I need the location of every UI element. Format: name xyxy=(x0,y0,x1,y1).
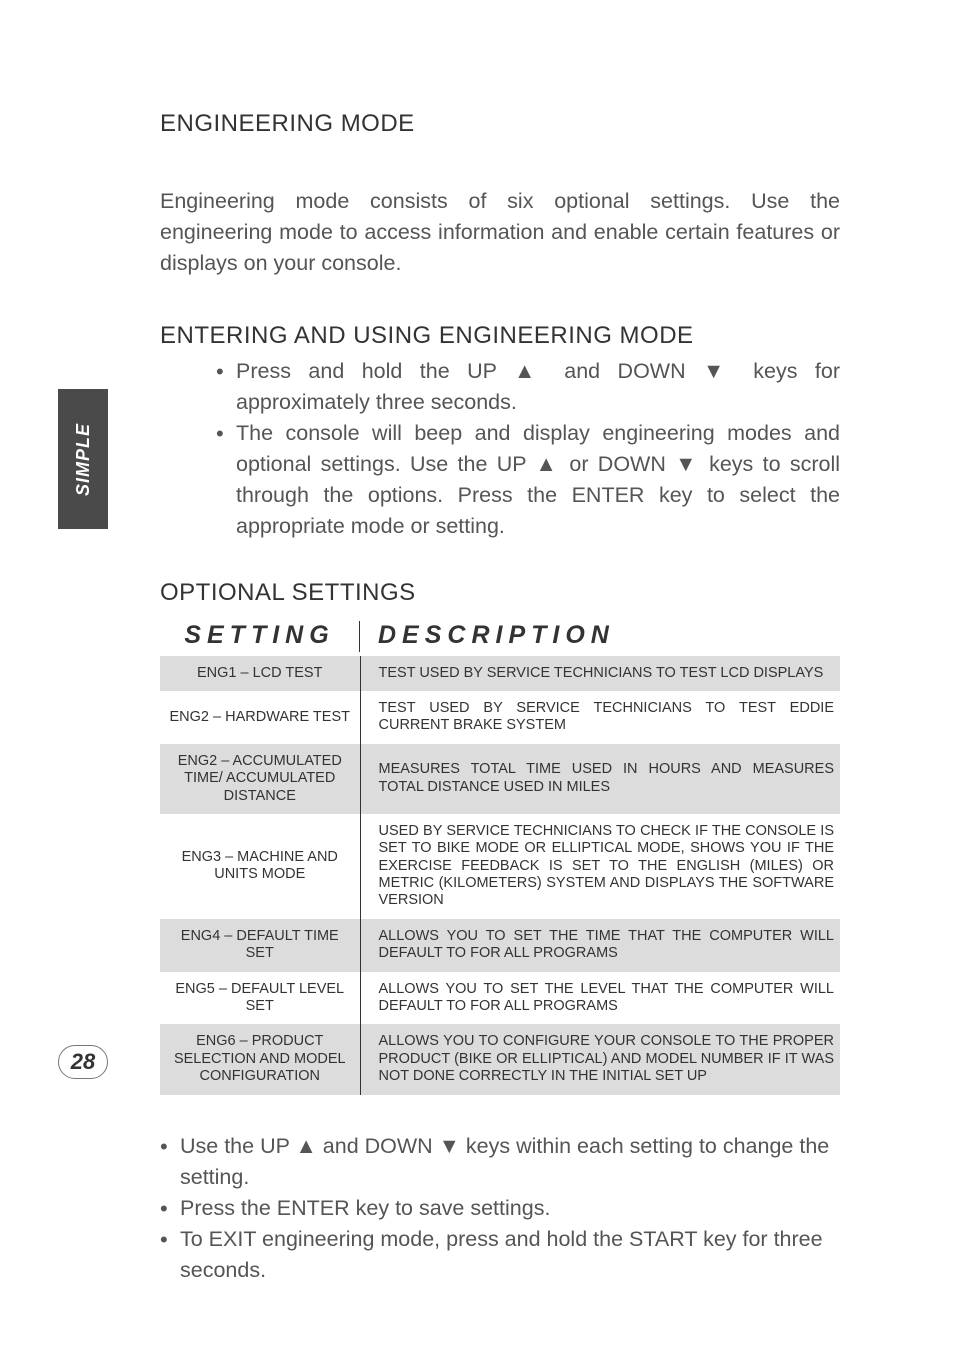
settings-table: ENG1 – LCD TEST TEST USED BY SERVICE TEC… xyxy=(160,656,840,1095)
table-row: ENG5 – DEFAULT LEVEL SET ALLOWS YOU TO S… xyxy=(160,972,840,1025)
table-row: ENG6 – PRODUCT SELECTION AND MODEL CONFI… xyxy=(160,1024,840,1094)
table-row: ENG1 – LCD TEST TEST USED BY SERVICE TEC… xyxy=(160,656,840,691)
cell-setting: ENG4 – DEFAULT TIME SET xyxy=(160,919,360,972)
heading-optional-settings: OPTIONAL SETTINGS xyxy=(160,579,840,607)
bullet-item: To EXIT engineering mode, press and hold… xyxy=(160,1224,840,1286)
cell-setting: ENG2 – ACCUMULATED TIME/ ACCUMULATED DIS… xyxy=(160,744,360,814)
cell-description: USED BY SERVICE TECHNICIANS TO CHECK IF … xyxy=(360,814,840,919)
content-column: ENGINEERING MODE Engineering mode consis… xyxy=(160,110,840,1286)
table-header-setting: SETTING xyxy=(160,621,360,652)
side-tab: SIMPLE xyxy=(58,389,108,529)
cell-description: TEST USED BY SERVICE TECHNICIANS TO TEST… xyxy=(360,691,840,744)
table-row: ENG2 – ACCUMULATED TIME/ ACCUMULATED DIS… xyxy=(160,744,840,814)
table-row: ENG2 – HARDWARE TEST TEST USED BY SERVIC… xyxy=(160,691,840,744)
cell-setting: ENG1 – LCD TEST xyxy=(160,656,360,691)
cell-description: ALLOWS YOU TO SET THE LEVEL THAT THE COM… xyxy=(360,972,840,1025)
table-row: ENG3 – MACHINE AND UNITS MODE USED BY SE… xyxy=(160,814,840,919)
bullet-item: The console will beep and display engine… xyxy=(216,418,840,543)
bullets-entering: Press and hold the UP ▲ and DOWN ▼ keys … xyxy=(216,356,840,543)
cell-setting: ENG3 – MACHINE AND UNITS MODE xyxy=(160,814,360,919)
cell-setting: ENG2 – HARDWARE TEST xyxy=(160,691,360,744)
cell-setting: ENG5 – DEFAULT LEVEL SET xyxy=(160,972,360,1025)
paragraph-engineering-mode: Engineering mode consists of six optiona… xyxy=(160,186,840,280)
page-number-badge: 28 xyxy=(58,1045,108,1079)
page-number-value: 28 xyxy=(71,1049,95,1075)
side-tab-label: SIMPLE xyxy=(73,422,94,495)
bullet-item: Press and hold the UP ▲ and DOWN ▼ keys … xyxy=(216,356,840,418)
cell-setting: ENG6 – PRODUCT SELECTION AND MODEL CONFI… xyxy=(160,1024,360,1094)
cell-description: ALLOWS YOU TO SET THE TIME THAT THE COMP… xyxy=(360,919,840,972)
heading-entering: ENTERING AND USING ENGINEERING MODE xyxy=(160,322,840,350)
table-header-row: SETTING DESCRIPTION xyxy=(160,621,840,652)
table-header-description: DESCRIPTION xyxy=(360,621,840,652)
cell-description: MEASURES TOTAL TIME USED IN HOURS AND ME… xyxy=(360,744,840,814)
page: SIMPLE 28 ENGINEERING MODE Engineering m… xyxy=(0,0,954,1369)
bullet-item: Use the UP ▲ and DOWN ▼ keys within each… xyxy=(160,1131,840,1193)
heading-engineering-mode: ENGINEERING MODE xyxy=(160,110,840,138)
bullets-after-table: Use the UP ▲ and DOWN ▼ keys within each… xyxy=(160,1131,840,1287)
cell-description: TEST USED BY SERVICE TECHNICIANS TO TEST… xyxy=(360,656,840,691)
cell-description: ALLOWS YOU TO CONFIGURE YOUR CONSOLE TO … xyxy=(360,1024,840,1094)
bullet-item: Press the ENTER key to save settings. xyxy=(160,1193,840,1224)
table-row: ENG4 – DEFAULT TIME SET ALLOWS YOU TO SE… xyxy=(160,919,840,972)
